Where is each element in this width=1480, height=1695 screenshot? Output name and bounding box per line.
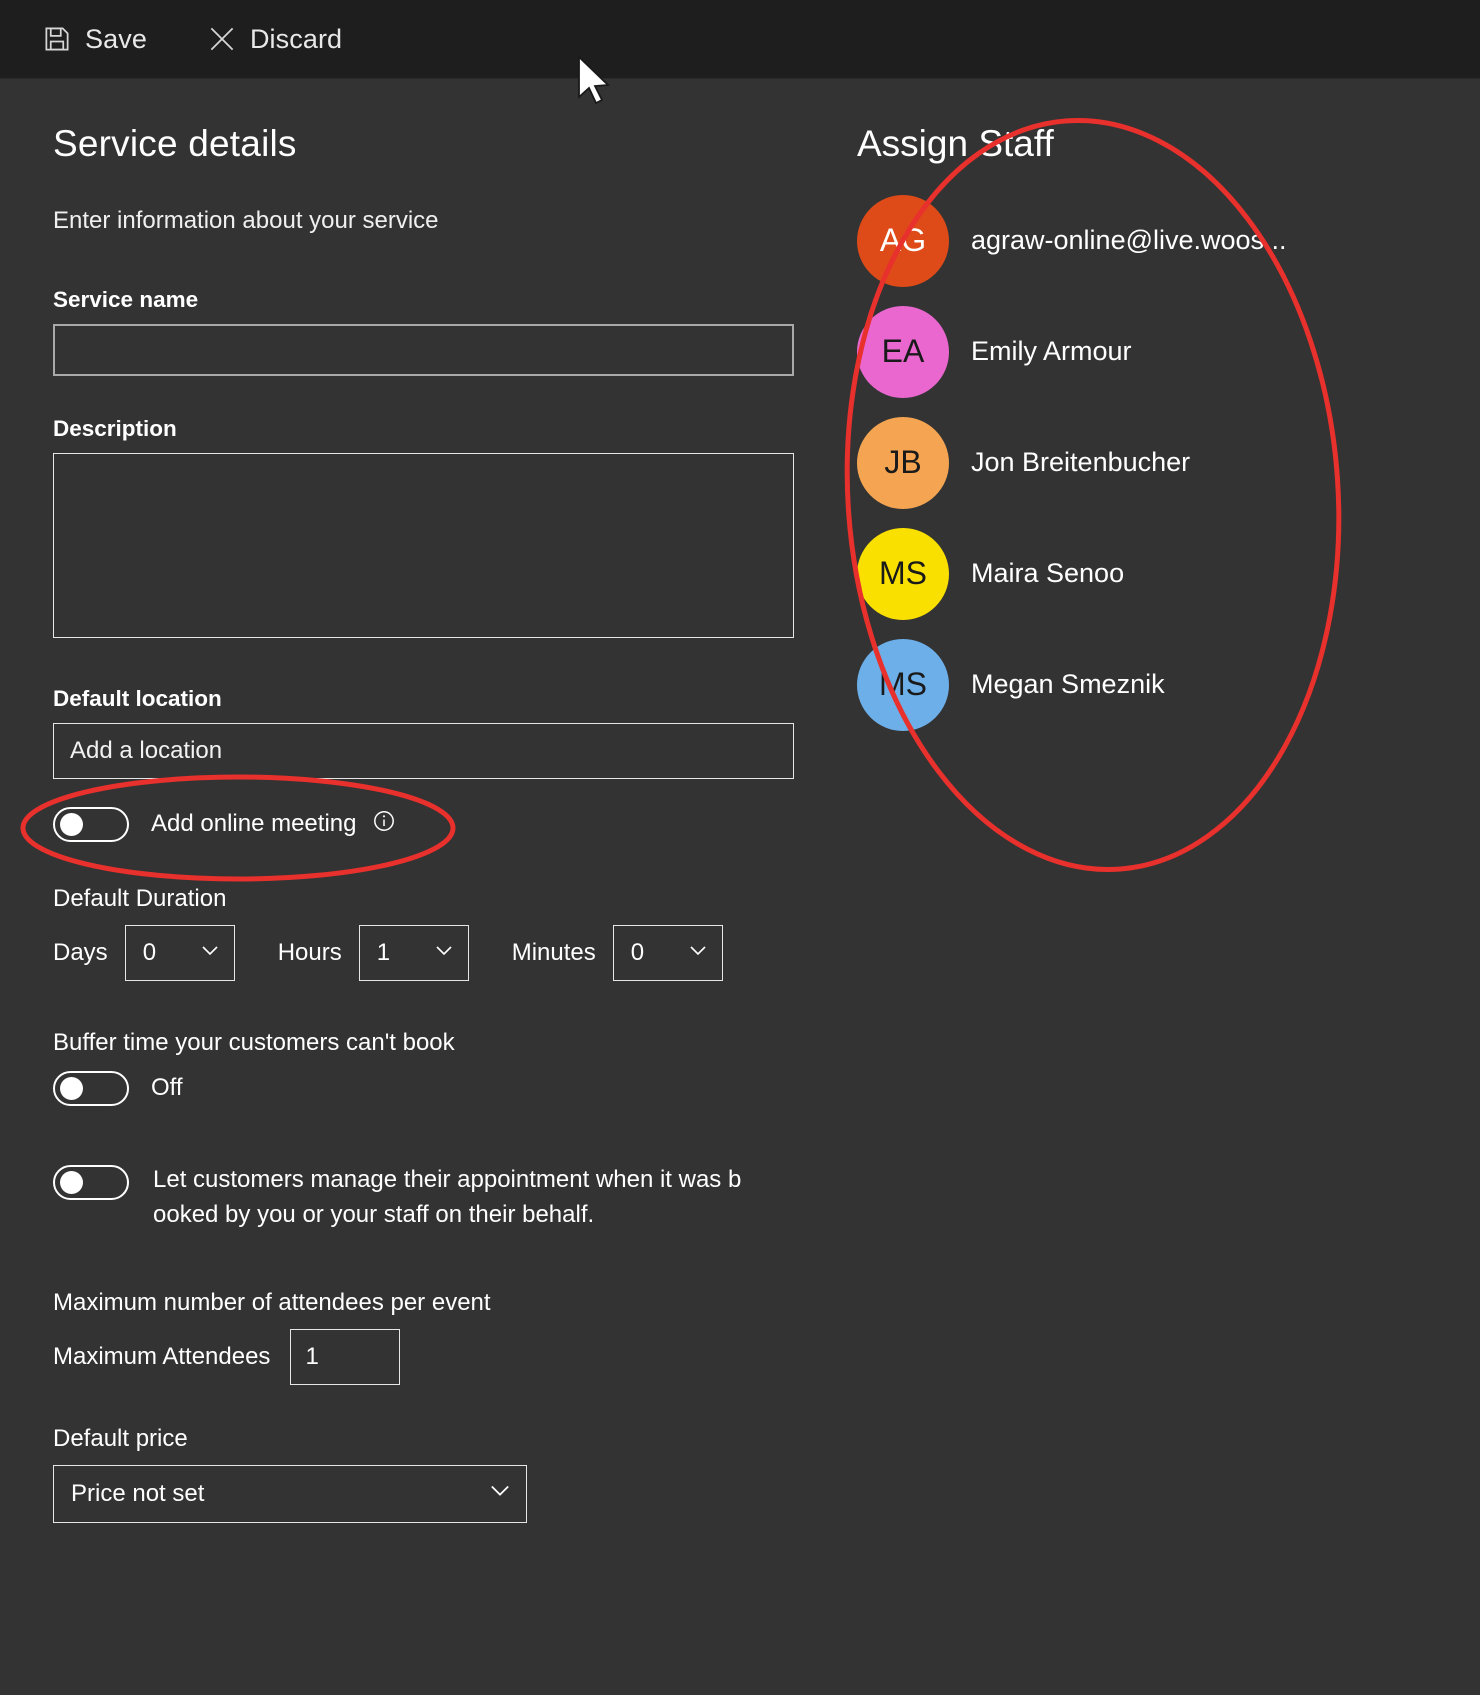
page-content: Service details Enter information about … bbox=[0, 79, 1480, 1694]
let-customers-manage-line1: Let customers manage their appointment w… bbox=[153, 1163, 741, 1198]
staff-name: Maira Senoo bbox=[971, 558, 1124, 589]
toggle-knob bbox=[60, 1171, 83, 1194]
list-item[interactable]: MS Maira Senoo bbox=[857, 518, 1480, 629]
buffer-time-label: Buffer time your customers can't book bbox=[53, 1029, 840, 1057]
let-customers-manage-line2: ooked by you or your staff on their beha… bbox=[153, 1198, 741, 1233]
buffer-time-toggle[interactable] bbox=[53, 1071, 129, 1106]
add-online-meeting-label: Add online meeting bbox=[151, 810, 356, 837]
days-label: Days bbox=[53, 939, 108, 967]
staff-name: Jon Breitenbucher bbox=[971, 447, 1190, 478]
max-attendees-heading: Maximum number of attendees per event bbox=[53, 1289, 840, 1317]
add-online-meeting-toggle[interactable] bbox=[53, 807, 129, 842]
list-item[interactable]: AG agraw-online@live.woos... bbox=[857, 185, 1480, 296]
minutes-dropdown[interactable]: 0 bbox=[613, 925, 723, 981]
assign-staff-title: Assign Staff bbox=[857, 123, 1480, 165]
save-floppy-icon bbox=[42, 24, 72, 54]
hours-value: 1 bbox=[377, 939, 390, 967]
let-customers-manage-label: Let customers manage their appointment w… bbox=[153, 1163, 741, 1233]
minutes-value: 0 bbox=[631, 939, 644, 967]
discard-label: Discard bbox=[250, 24, 342, 55]
service-name-label: Service name bbox=[53, 287, 840, 313]
days-value: 0 bbox=[143, 939, 156, 967]
chevron-down-icon bbox=[432, 938, 456, 969]
avatar: MS bbox=[857, 528, 949, 620]
default-duration-label: Default Duration bbox=[53, 885, 840, 913]
max-attendees-row: Maximum Attendees bbox=[53, 1329, 840, 1385]
hours-dropdown[interactable]: 1 bbox=[359, 925, 469, 981]
default-price-dropdown[interactable]: Price not set bbox=[53, 1465, 527, 1523]
chevron-down-icon bbox=[198, 938, 222, 969]
default-price-value: Price not set bbox=[71, 1480, 204, 1508]
default-location-placeholder: Add a location bbox=[70, 737, 222, 765]
info-circle-icon[interactable] bbox=[372, 807, 396, 845]
page-title: Service details bbox=[53, 123, 840, 165]
save-label: Save bbox=[85, 24, 147, 55]
description-label: Description bbox=[53, 416, 840, 442]
discard-button[interactable]: Discard bbox=[199, 18, 350, 61]
avatar: AG bbox=[857, 195, 949, 287]
add-online-meeting-row: Add online meeting bbox=[53, 805, 840, 845]
list-item[interactable]: MS Megan Smeznik bbox=[857, 629, 1480, 740]
default-price-label: Default price bbox=[53, 1425, 840, 1453]
description-input[interactable] bbox=[53, 453, 794, 638]
let-customers-manage-row: Let customers manage their appointment w… bbox=[53, 1163, 840, 1233]
max-attendees-input[interactable] bbox=[290, 1329, 400, 1385]
avatar: JB bbox=[857, 417, 949, 509]
buffer-time-state-label: Off bbox=[151, 1069, 183, 1107]
assign-staff-panel: Assign Staff AG agraw-online@live.woos..… bbox=[840, 79, 1480, 1694]
staff-name: Emily Armour bbox=[971, 336, 1132, 367]
toggle-knob bbox=[60, 813, 83, 836]
chevron-down-icon bbox=[486, 1476, 514, 1511]
default-duration-row: Days 0 Hours 1 Minutes bbox=[53, 925, 840, 981]
staff-name: agraw-online@live.woos... bbox=[971, 225, 1287, 256]
days-dropdown[interactable]: 0 bbox=[125, 925, 235, 981]
staff-list: AG agraw-online@live.woos... EA Emily Ar… bbox=[857, 185, 1480, 740]
avatar: EA bbox=[857, 306, 949, 398]
default-location-input[interactable]: Add a location bbox=[53, 723, 794, 779]
max-attendees-label: Maximum Attendees bbox=[53, 1343, 270, 1371]
service-details-form: Service details Enter information about … bbox=[0, 79, 840, 1694]
list-item[interactable]: EA Emily Armour bbox=[857, 296, 1480, 407]
minutes-label: Minutes bbox=[512, 939, 596, 967]
toggle-knob bbox=[60, 1077, 83, 1100]
list-item[interactable]: JB Jon Breitenbucher bbox=[857, 407, 1480, 518]
let-customers-manage-toggle[interactable] bbox=[53, 1165, 129, 1200]
page-subtitle: Enter information about your service bbox=[53, 207, 840, 235]
save-button[interactable]: Save bbox=[34, 18, 155, 61]
buffer-time-row: Off bbox=[53, 1069, 840, 1107]
avatar: MS bbox=[857, 639, 949, 731]
add-online-meeting-label-wrap: Add online meeting bbox=[151, 805, 396, 845]
staff-name: Megan Smeznik bbox=[971, 669, 1165, 700]
command-bar: Save Discard bbox=[0, 0, 1480, 79]
default-location-label: Default location bbox=[53, 686, 840, 712]
service-name-input[interactable] bbox=[53, 324, 794, 376]
hours-label: Hours bbox=[278, 939, 342, 967]
close-x-icon bbox=[207, 24, 237, 54]
chevron-down-icon bbox=[686, 938, 710, 969]
